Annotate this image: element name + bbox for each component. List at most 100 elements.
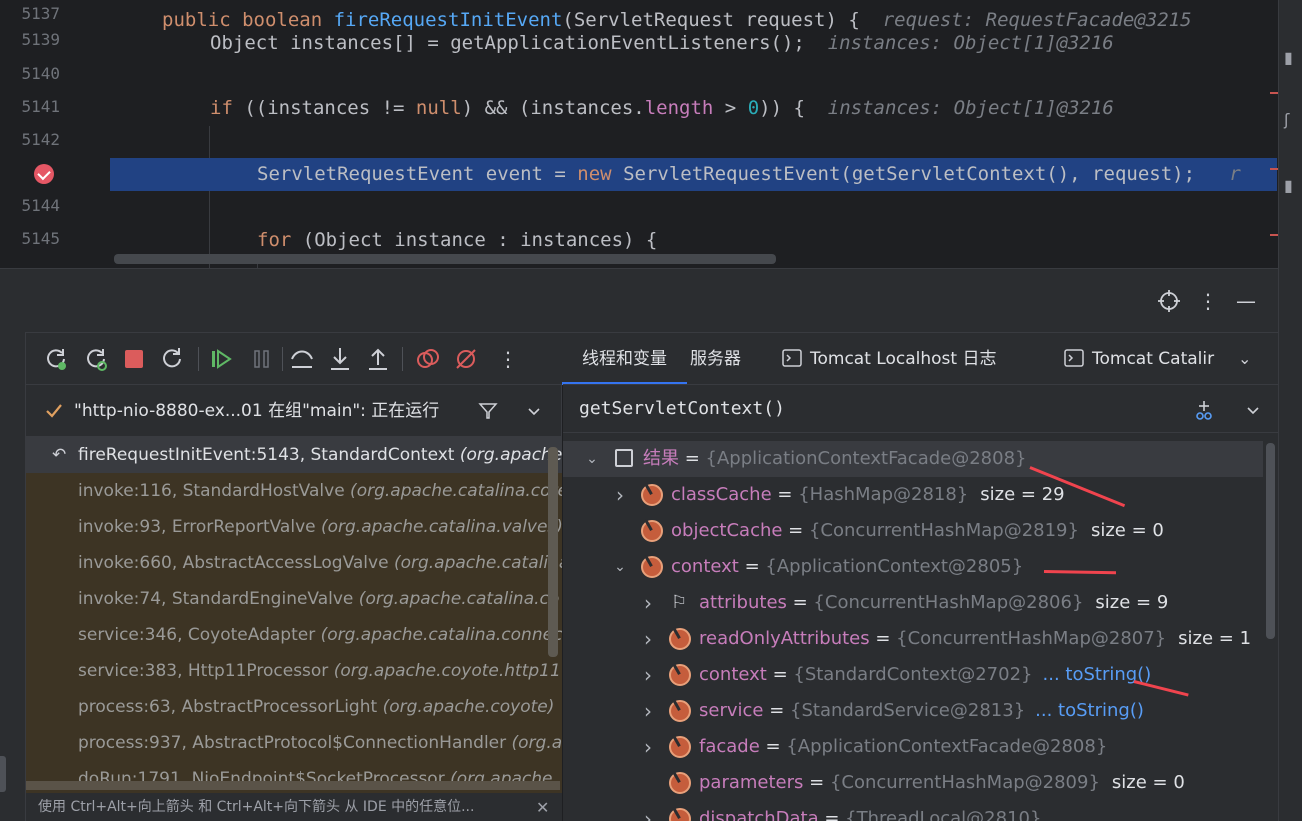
variable-value: {ApplicationContextFacade@2808}: [705, 448, 1027, 469]
variable-value: {ApplicationContextFacade@2808}: [786, 736, 1108, 757]
stack-frame-row[interactable]: process:63, AbstractProcessorLight (org.…: [26, 689, 562, 725]
chevron-down-icon[interactable]: ⌄: [1238, 333, 1251, 385]
resume-icon[interactable]: [208, 345, 236, 373]
tab-tomcat-catalina-log[interactable]: Tomcat Catalir: [1064, 333, 1224, 385]
frame-class: (org.a: [506, 733, 562, 753]
stack-frame-row[interactable]: invoke:660, AbstractAccessLogValve (org.…: [26, 545, 562, 581]
chevron-down-icon[interactable]: ⌄: [583, 441, 601, 477]
equals-sign: =: [771, 484, 799, 505]
stack-frame-row[interactable]: ↶ fireRequestInitEvent:5143, StandardCont…: [26, 437, 562, 473]
equals-sign: =: [786, 592, 814, 613]
breakpoint-icon[interactable]: [34, 164, 54, 184]
variable-value: {ThreadLocal@2810}: [845, 808, 1042, 821]
variable-row[interactable]: objectCache = {ConcurrentHashMap@2819} si…: [563, 513, 1263, 549]
more-options-icon[interactable]: ⋮: [1196, 289, 1220, 313]
stack-frame-row[interactable]: invoke:116, StandardHostValve (org.apach…: [26, 473, 562, 509]
field-icon: [669, 700, 691, 722]
line-number[interactable]: 5137: [0, 4, 60, 23]
equals-sign: =: [738, 556, 766, 577]
pause-icon[interactable]: [248, 345, 276, 373]
tab-services[interactable]: 服务器: [690, 333, 741, 385]
code-editor[interactable]: 5137 5139 5140 5141 5142 5144 5145 public bool…: [0, 0, 1302, 268]
mute-breakpoints-icon[interactable]: [452, 345, 480, 373]
variables-tree[interactable]: ⌄ 结果 = {ApplicationContextFacade@2808} › cl…: [563, 441, 1278, 821]
tab-label: Tomcat Localhost 日志: [810, 349, 997, 369]
line-number[interactable]: 5142: [0, 130, 60, 149]
line-number[interactable]: 5141: [0, 97, 60, 116]
tab-tomcat-localhost-log[interactable]: Tomcat Localhost 日志: [782, 333, 996, 385]
line-number[interactable]: 5145: [0, 229, 60, 248]
tab-threads-and-variables[interactable]: 线程和变量: [562, 333, 687, 385]
stack-frame-row[interactable]: process:937, AbstractProtocol$Connection…: [26, 725, 562, 761]
variable-row[interactable]: › ⚐ attributes = {ConcurrentHashMap@2806} s…: [563, 585, 1263, 621]
to-string-link[interactable]: ... toString(): [1035, 700, 1144, 721]
variables-vertical-scrollbar[interactable]: [1266, 443, 1275, 639]
line-number[interactable]: 5144: [0, 196, 60, 215]
chevron-right-icon[interactable]: ›: [639, 585, 657, 621]
code-line-5141[interactable]: if ((instances != null) && (instances.le…: [110, 92, 1277, 125]
variable-row[interactable]: › service = {StandardService@2813} ... toS…: [563, 693, 1263, 729]
variable-row[interactable]: ⌄ 结果 = {ApplicationContextFacade@2808}: [563, 441, 1263, 477]
minimize-icon[interactable]: —: [1234, 289, 1258, 313]
step-into-icon[interactable]: [326, 345, 354, 373]
evaluate-expression-bar[interactable]: getServletContext(): [563, 385, 1278, 433]
stack-frame-row[interactable]: service:346, CoyoteAdapter (org.apache.c…: [26, 617, 562, 653]
chevron-right-icon[interactable]: ›: [639, 801, 657, 821]
variable-row[interactable]: › classCache = {HashMap@2818} size = 29: [563, 477, 1263, 513]
tab-label: 线程和变量: [582, 349, 667, 369]
filter-icon[interactable]: [478, 401, 498, 421]
restart-icon[interactable]: [158, 345, 186, 373]
crosshair-icon[interactable]: [1157, 289, 1181, 313]
more-options-icon[interactable]: ⋮: [494, 345, 522, 373]
rerun-icon[interactable]: [42, 345, 70, 373]
chevron-down-icon[interactable]: ⌄: [611, 549, 629, 585]
add-watch-icon[interactable]: [1193, 399, 1215, 421]
variable-row[interactable]: ⌄ context = {ApplicationContext@2805}: [563, 549, 1263, 585]
chevron-down-icon[interactable]: [1245, 402, 1261, 418]
variable-row[interactable]: › readOnlyAttributes = {ConcurrentHashMap…: [563, 621, 1263, 657]
variable-size: size = 0: [1090, 520, 1164, 541]
equals-sign: =: [766, 664, 794, 685]
step-out-icon[interactable]: [364, 345, 392, 373]
close-icon[interactable]: ✕: [536, 793, 549, 821]
chevron-right-icon[interactable]: ›: [639, 729, 657, 765]
frames-list[interactable]: ↶ fireRequestInitEvent:5143, StandardCont…: [26, 437, 562, 793]
code-token-keyword: new: [577, 163, 612, 185]
tool-window-icon[interactable]: ▮: [1284, 48, 1293, 67]
stack-frame-row[interactable]: service:383, Http11Processor (org.apache…: [26, 653, 562, 689]
left-tool-strip: [0, 332, 26, 821]
view-breakpoints-icon[interactable]: [414, 345, 442, 373]
tab-label: Tomcat Catalir: [1092, 349, 1215, 369]
chevron-down-icon[interactable]: [526, 403, 542, 419]
code-line-5139[interactable]: Object instances[] = getApplicationEvent…: [110, 27, 1277, 60]
chevron-right-icon[interactable]: ›: [639, 657, 657, 693]
stack-frame-row[interactable]: invoke:93, ErrorReportValve (org.apache.…: [26, 509, 562, 545]
toolbar-separator: [402, 347, 403, 371]
chevron-right-icon[interactable]: ›: [611, 477, 629, 513]
variable-entry: 结果 = {ApplicationContextFacade@2808}: [643, 441, 1027, 477]
expression-input[interactable]: getServletContext(): [579, 385, 785, 433]
frames-horizontal-scrollbar[interactable]: [26, 781, 560, 790]
frame-method: process:63, AbstractProcessorLight: [78, 697, 378, 717]
line-number[interactable]: 5140: [0, 64, 60, 83]
code-token-keyword: null: [415, 97, 462, 119]
chevron-right-icon[interactable]: ›: [639, 621, 657, 657]
stop-icon[interactable]: [120, 345, 148, 373]
step-over-icon[interactable]: [288, 345, 316, 373]
tool-window-icon[interactable]: ʃ: [1284, 110, 1289, 129]
code-line-5143-current[interactable]: ServletRequestEvent event = new ServletR…: [110, 158, 1277, 191]
line-number[interactable]: 5139: [0, 30, 60, 49]
variable-row[interactable]: › dispatchData = {ThreadLocal@2810}: [563, 801, 1263, 821]
code-token-keyword: for: [257, 229, 292, 251]
tool-window-icon[interactable]: ▮: [1284, 176, 1293, 195]
tool-strip-tab[interactable]: [0, 756, 6, 792]
editor-horizontal-scrollbar[interactable]: [114, 254, 776, 264]
thread-selector[interactable]: "http-nio-8880-ex...01 在组"main": 正在运行: [26, 385, 562, 437]
stack-frame-row[interactable]: invoke:74, StandardEngineValve (org.apac…: [26, 581, 562, 617]
frames-vertical-scrollbar[interactable]: [548, 447, 558, 657]
variable-row[interactable]: parameters = {ConcurrentHashMap@2809} siz…: [563, 765, 1263, 801]
variable-row[interactable]: › facade = {ApplicationContextFacade@2808…: [563, 729, 1263, 765]
chevron-right-icon[interactable]: ›: [639, 693, 657, 729]
rerun-debug-icon[interactable]: [82, 345, 110, 373]
code-line-5145[interactable]: for (Object instance : instances) {: [110, 224, 1277, 257]
